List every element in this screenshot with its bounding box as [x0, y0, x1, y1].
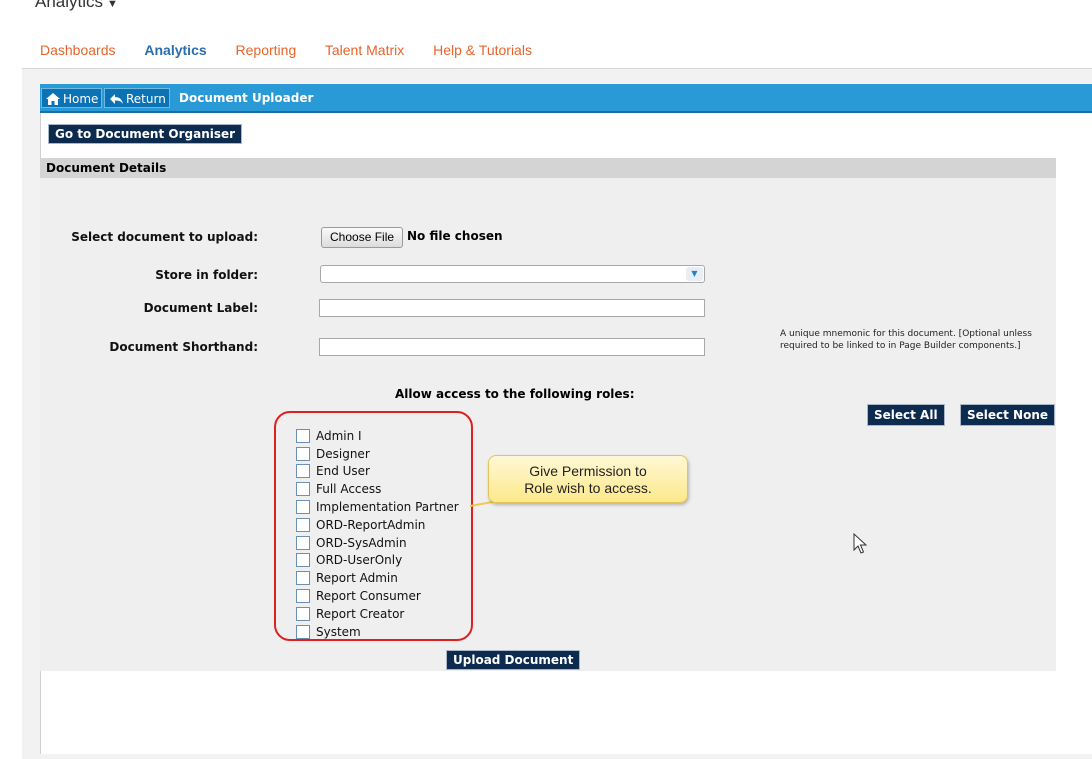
nav-reporting[interactable]: Reporting	[236, 42, 297, 58]
home-crumb[interactable]: Home	[41, 88, 103, 108]
access-roles-heading: Allow access to the following roles:	[395, 387, 635, 401]
document-shorthand-input[interactable]	[319, 338, 705, 356]
choose-file-button[interactable]: Choose File	[321, 227, 404, 248]
folder-select[interactable]: ▼	[320, 265, 705, 283]
nav-talent-matrix[interactable]: Talent Matrix	[325, 42, 404, 58]
return-label: Return	[126, 92, 166, 106]
panel-header: Document Details	[40, 158, 1056, 178]
nav-help-tutorials[interactable]: Help & Tutorials	[433, 42, 532, 58]
select-all-button[interactable]: Select All	[867, 404, 945, 426]
callout-line-1: Give Permission to	[529, 463, 647, 479]
roles-highlight-annotation	[274, 411, 473, 641]
document-label-input[interactable]	[319, 299, 705, 317]
nav-dashboards[interactable]: Dashboards	[40, 42, 116, 58]
no-file-chosen-text: No file chosen	[407, 229, 503, 243]
nav-analytics[interactable]: Analytics	[144, 42, 206, 58]
app-title: Analytics	[35, 0, 104, 11]
permission-callout: Give Permission to Role wish to access.	[488, 455, 688, 503]
mouse-pointer-icon	[853, 533, 867, 554]
return-arrow-icon	[110, 94, 123, 104]
home-icon	[46, 93, 60, 105]
document-label-label: Document Label:	[143, 301, 258, 315]
return-crumb[interactable]: Return	[104, 88, 170, 108]
page-title: Document Uploader	[179, 91, 314, 105]
shorthand-hint: A unique mnemonic for this document. [Op…	[780, 329, 1032, 351]
store-in-folder-label: Store in folder:	[155, 268, 258, 282]
callout-line-2: Role wish to access.	[524, 480, 652, 496]
upload-document-button[interactable]: Upload Document	[446, 650, 581, 670]
caret-down-icon: ▼	[107, 0, 118, 10]
select-document-label: Select document to upload:	[71, 230, 258, 244]
app-title-menu[interactable]: Analytics ▼	[35, 0, 118, 12]
document-shorthand-label: Document Shorthand:	[109, 340, 258, 354]
top-navigation: Dashboards Analytics Reporting Talent Ma…	[40, 42, 557, 58]
select-none-button[interactable]: Select None	[960, 404, 1056, 426]
go-to-organiser-button[interactable]: Go to Document Organiser	[48, 124, 243, 144]
panel-title: Document Details	[46, 161, 167, 175]
home-label: Home	[63, 92, 99, 106]
dropdown-arrow-icon[interactable]: ▼	[686, 267, 703, 281]
